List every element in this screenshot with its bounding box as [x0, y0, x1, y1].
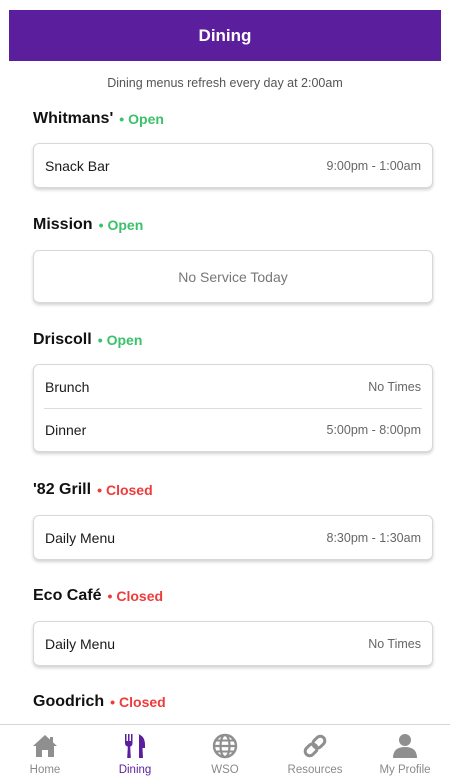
link-icon: [303, 734, 327, 758]
hall-card-mission: No Service Today: [33, 250, 433, 303]
dining-list[interactable]: Dining menus refresh every day at 2:00am…: [0, 61, 450, 724]
meal-row[interactable]: Dinner 5:00pm - 8:00pm: [44, 408, 422, 451]
page-header: Dining: [9, 10, 441, 61]
bottom-tab-bar: Home Dining WSO Resources My Profile: [0, 724, 450, 777]
meal-row[interactable]: Brunch No Times: [34, 365, 432, 408]
globe-icon: [212, 733, 238, 759]
status-dot: •: [107, 588, 113, 604]
status-dot: •: [119, 111, 125, 127]
meal-row[interactable]: Daily Menu No Times: [34, 622, 432, 665]
tab-home[interactable]: Home: [0, 725, 90, 777]
refresh-notice: Dining menus refresh every day at 2:00am: [107, 76, 343, 90]
hall-card-whitmans: Snack Bar 9:00pm - 1:00am: [33, 143, 433, 188]
hall-card-82-grill: Daily Menu 8:30pm - 1:30am: [33, 515, 433, 560]
hall-title-mission: Mission • Open: [33, 216, 144, 233]
fork-knife-icon: [125, 734, 145, 758]
user-icon: [393, 734, 417, 758]
status-badge: Closed: [116, 588, 164, 604]
hall-title-eco-cafe: Eco Café • Closed: [33, 587, 164, 604]
page-title: Dining: [198, 25, 252, 45]
tab-dining[interactable]: Dining: [90, 725, 180, 777]
hall-card-driscoll: Brunch No Times Dinner 5:00pm - 8:00pm: [33, 364, 433, 452]
hall-title-whitmans: Whitmans' • Open: [33, 110, 164, 127]
hall-title-goodrich: Goodrich • Closed: [33, 693, 166, 710]
tab-my-profile[interactable]: My Profile: [360, 725, 450, 777]
status-badge: Open: [106, 332, 143, 348]
status-dot: •: [110, 694, 116, 710]
status-badge: Closed: [119, 694, 166, 710]
home-icon: [33, 735, 57, 757]
status-dot: •: [97, 332, 103, 348]
tab-wso[interactable]: WSO: [180, 725, 270, 777]
no-service-text: No Service Today: [178, 268, 288, 285]
status-dot: •: [97, 482, 102, 498]
meal-row[interactable]: Snack Bar 9:00pm - 1:00am: [34, 144, 432, 187]
status-badge: Open: [107, 217, 144, 233]
status-badge: Open: [128, 111, 164, 127]
status-dot: •: [98, 217, 104, 233]
hall-title-82-grill: '82 Grill • Closed: [33, 481, 153, 498]
status-badge: Closed: [105, 482, 153, 498]
tab-resources[interactable]: Resources: [270, 725, 360, 777]
meal-row[interactable]: Daily Menu 8:30pm - 1:30am: [34, 516, 432, 559]
hall-title-driscoll: Driscoll • Open: [33, 331, 143, 348]
hall-card-eco-cafe: Daily Menu No Times: [33, 621, 433, 666]
